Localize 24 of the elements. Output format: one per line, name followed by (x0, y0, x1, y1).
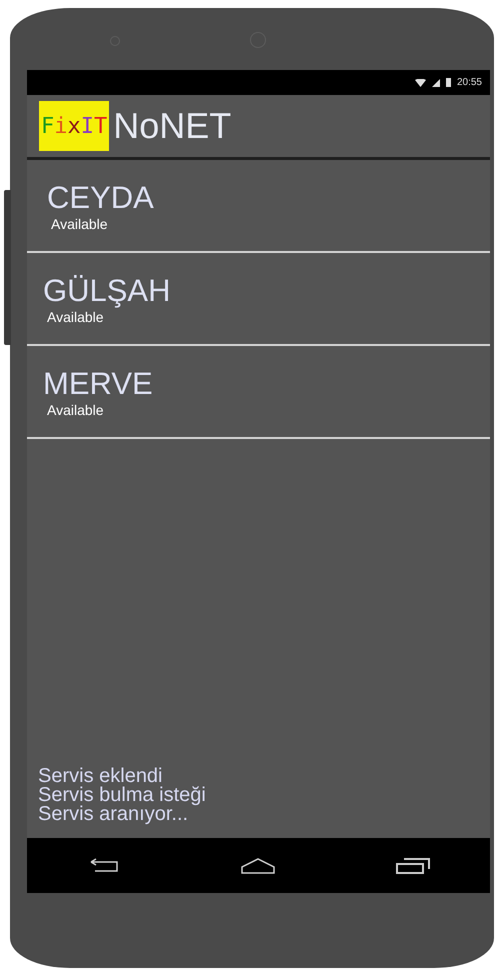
log-line: Servis eklendi (38, 767, 163, 786)
device-item[interactable]: GÜLŞAH Available (27, 253, 490, 346)
logo-letter: x (68, 112, 81, 140)
battery-icon (446, 78, 451, 87)
logo-letter: I (80, 112, 94, 140)
log-line: Servis aranıyor... (38, 805, 188, 824)
recent-apps-icon[interactable] (396, 858, 430, 874)
device-status: Available (47, 402, 105, 418)
device-item[interactable]: MERVE Available (27, 346, 490, 439)
logo-letter: i (54, 112, 68, 140)
device-name: MERVE (43, 366, 154, 402)
device-name: GÜLŞAH (43, 272, 172, 308)
app-title: NoNET (113, 108, 232, 144)
log-line: Servis bulma isteği (38, 786, 207, 805)
device-item[interactable]: CEYDA Available (27, 160, 490, 253)
status-time: 20:55 (456, 76, 482, 90)
wifi-icon (414, 78, 426, 86)
device-status: Available (51, 216, 109, 232)
device-status: Available (47, 308, 105, 324)
logo-letter: F (41, 112, 54, 140)
device-name: CEYDA (47, 180, 155, 216)
logo-letter: T (94, 112, 108, 140)
home-icon[interactable] (241, 858, 276, 874)
signal-icon (432, 78, 440, 86)
